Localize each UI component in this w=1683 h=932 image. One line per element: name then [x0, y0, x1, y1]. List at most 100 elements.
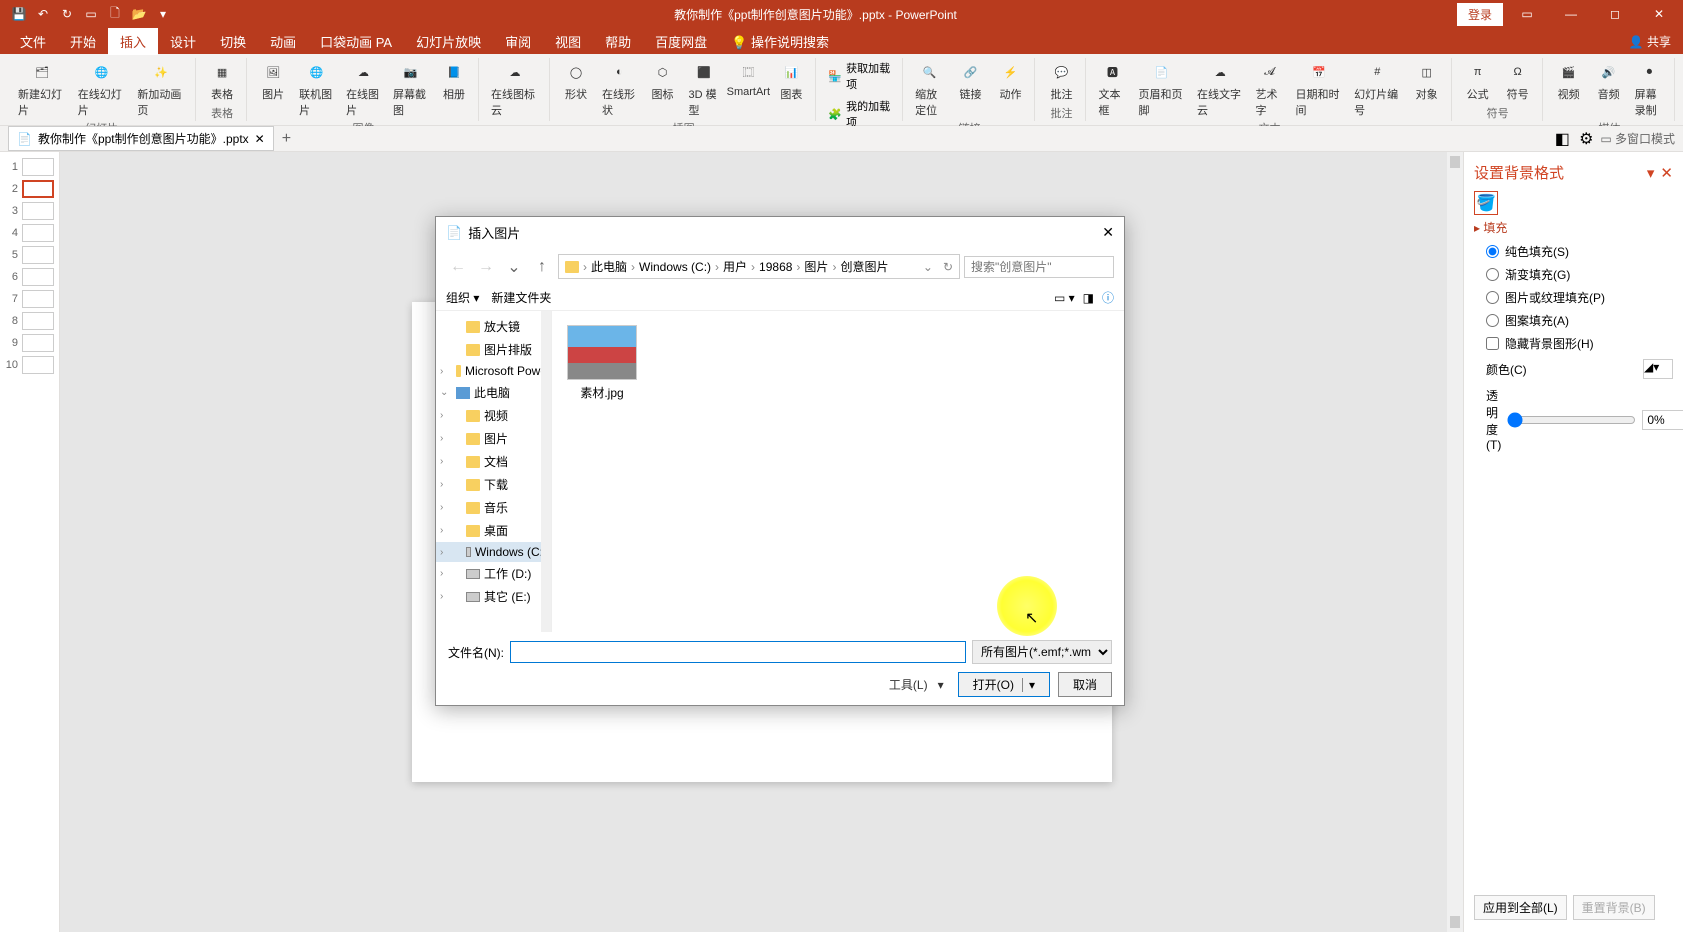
tree-item[interactable]: 图片排版: [436, 338, 551, 361]
slide-thumbnail[interactable]: [22, 180, 54, 198]
new-anim-page-button[interactable]: ✨新加动画页: [133, 58, 189, 120]
new-folder-button[interactable]: 新建文件夹: [491, 289, 551, 306]
online-icon-cloud-button[interactable]: ☁在线图标云: [487, 58, 543, 120]
link-button[interactable]: 🔗链接: [952, 58, 988, 104]
nav-recent-icon[interactable]: ⌄: [502, 255, 526, 279]
expand-icon[interactable]: ›: [440, 366, 443, 377]
cancel-button[interactable]: 取消: [1058, 672, 1112, 697]
slide-thumbnail[interactable]: [22, 334, 54, 352]
equation-button[interactable]: π公式: [1460, 58, 1496, 104]
breadcrumb[interactable]: › 此电脑› Windows (C:)› 用户› 19868› 图片› 创意图片…: [558, 254, 960, 279]
organize-button[interactable]: 组织 ▾: [446, 289, 479, 306]
textbox-button[interactable]: 🅰文本框: [1094, 58, 1130, 120]
expand-icon[interactable]: ›: [440, 547, 443, 558]
filetype-select[interactable]: 所有图片(*.emf;*.wmf;*.jpg;*.ji: [972, 640, 1112, 664]
crumb[interactable]: 图片: [804, 258, 828, 275]
transparency-slider[interactable]: [1507, 412, 1636, 428]
qat-more-icon[interactable]: ▾: [152, 3, 174, 25]
screenshot-button[interactable]: 📷屏幕截图: [389, 58, 432, 120]
symbol-button[interactable]: Ω符号: [1500, 58, 1536, 104]
tree-item[interactable]: ›音乐: [436, 496, 551, 519]
chart-button[interactable]: 📊图表: [773, 58, 809, 104]
crumb[interactable]: 19868: [759, 260, 792, 274]
expand-icon[interactable]: ⌄: [440, 387, 448, 398]
tools-dropdown[interactable]: 工具(L) ▾: [883, 673, 950, 696]
search-input[interactable]: [964, 256, 1114, 278]
new-slide-button[interactable]: 🗂新建幻灯片: [14, 58, 70, 120]
screen-record-button[interactable]: ⏺屏幕录制: [1631, 58, 1668, 120]
vertical-scrollbar[interactable]: [1447, 152, 1463, 932]
help-icon[interactable]: ⓘ: [1102, 289, 1114, 306]
tab-insert[interactable]: 插入: [108, 28, 158, 55]
close-icon[interactable]: ✕: [1639, 0, 1679, 28]
crumb[interactable]: 此电脑: [591, 258, 627, 275]
slide-thumb-row[interactable]: 5: [0, 244, 59, 266]
ribbon-display-icon[interactable]: ▭: [1507, 0, 1547, 28]
transparency-input[interactable]: [1642, 410, 1683, 430]
slide-thumb-row[interactable]: 8: [0, 310, 59, 332]
crumb-dropdown-icon[interactable]: ⌄: [923, 260, 933, 274]
panel-dropdown-icon[interactable]: ▾: [1647, 164, 1655, 182]
expand-icon[interactable]: ›: [440, 568, 443, 579]
picture-fill-radio[interactable]: 图片或纹理填充(P): [1474, 286, 1673, 309]
crumb[interactable]: 用户: [723, 258, 747, 275]
nav-forward-icon[interactable]: →: [474, 255, 498, 279]
3d-models-button[interactable]: ⬛3D 模型: [685, 58, 724, 120]
slide-thumb-row[interactable]: 2: [0, 178, 59, 200]
get-addins-button[interactable]: 🏪获取加载项: [824, 58, 896, 94]
preview-pane-button[interactable]: ◨: [1083, 291, 1094, 305]
tab-pocket-anim[interactable]: 口袋动画 PA: [308, 28, 404, 55]
hide-bg-checkbox[interactable]: 隐藏背景图形(H): [1474, 332, 1673, 355]
tab-baidu[interactable]: 百度网盘: [643, 28, 719, 55]
expand-icon[interactable]: ›: [440, 502, 443, 513]
slide-thumbnail[interactable]: [22, 312, 54, 330]
expand-icon[interactable]: ›: [440, 525, 443, 536]
tree-item[interactable]: ›图片: [436, 427, 551, 450]
tell-me-search[interactable]: 💡 操作说明搜索: [719, 28, 841, 55]
add-tab-button[interactable]: +: [274, 127, 299, 151]
tree-item[interactable]: ›下载: [436, 473, 551, 496]
tree-item[interactable]: ›Microsoft Powe: [436, 361, 551, 381]
online-picture-button[interactable]: 🌐联机图片: [295, 58, 338, 120]
gradient-fill-radio[interactable]: 渐变填充(G): [1474, 263, 1673, 286]
fill-category-icon[interactable]: 🪣: [1474, 191, 1498, 215]
slide-thumbnail[interactable]: [22, 268, 54, 286]
share-button[interactable]: 👤 共享: [1629, 33, 1671, 50]
open-button[interactable]: 打开(O)▾: [958, 672, 1050, 697]
picture-button[interactable]: 🖼图片: [255, 58, 291, 104]
toolbar-settings-icon[interactable]: ⚙: [1576, 129, 1596, 149]
slide-thumbnails[interactable]: 12345678910: [0, 152, 60, 932]
slide-thumbnail[interactable]: [22, 290, 54, 308]
undo-icon[interactable]: ↶: [32, 3, 54, 25]
online-shapes-button[interactable]: ◐在线形状: [598, 58, 641, 120]
login-button[interactable]: 登录: [1457, 3, 1503, 26]
wordart-button[interactable]: 𝓐艺术字: [1252, 58, 1288, 120]
expand-icon[interactable]: ›: [440, 456, 443, 467]
slide-thumb-row[interactable]: 1: [0, 156, 59, 178]
minimize-icon[interactable]: —: [1551, 0, 1591, 28]
nav-up-icon[interactable]: ↑: [530, 255, 554, 279]
toolbar-icon-1[interactable]: ◧: [1552, 129, 1572, 149]
solid-fill-radio[interactable]: 纯色填充(S): [1474, 240, 1673, 263]
slide-number-button[interactable]: #幻灯片编号: [1350, 58, 1405, 120]
expand-icon[interactable]: ›: [440, 591, 443, 602]
slide-thumbnail[interactable]: [22, 246, 54, 264]
open-dropdown-icon[interactable]: ▾: [1022, 678, 1035, 692]
refresh-icon[interactable]: ↻: [937, 260, 953, 274]
tree-item[interactable]: ›桌面: [436, 519, 551, 542]
tab-help[interactable]: 帮助: [593, 28, 643, 55]
new-icon[interactable]: 🗋: [104, 3, 126, 25]
tree-item[interactable]: 放大镜: [436, 315, 551, 338]
tree-item[interactable]: ›Windows (C:): [436, 542, 551, 562]
tab-review[interactable]: 审阅: [493, 28, 543, 55]
action-button[interactable]: ⚡动作: [992, 58, 1028, 104]
shapes-button[interactable]: ◯形状: [558, 58, 594, 104]
folder-tree[interactable]: 放大镜图片排版›Microsoft Powe⌄此电脑›视频›图片›文档›下载›音…: [436, 311, 552, 632]
pattern-fill-radio[interactable]: 图案填充(A): [1474, 309, 1673, 332]
expand-icon[interactable]: ›: [440, 433, 443, 444]
scroll-down-icon[interactable]: [1450, 916, 1460, 928]
tab-design[interactable]: 设计: [158, 28, 208, 55]
tab-home[interactable]: 开始: [58, 28, 108, 55]
online-text-button[interactable]: ☁在线文字云: [1193, 58, 1248, 120]
tree-item[interactable]: ›工作 (D:): [436, 562, 551, 585]
